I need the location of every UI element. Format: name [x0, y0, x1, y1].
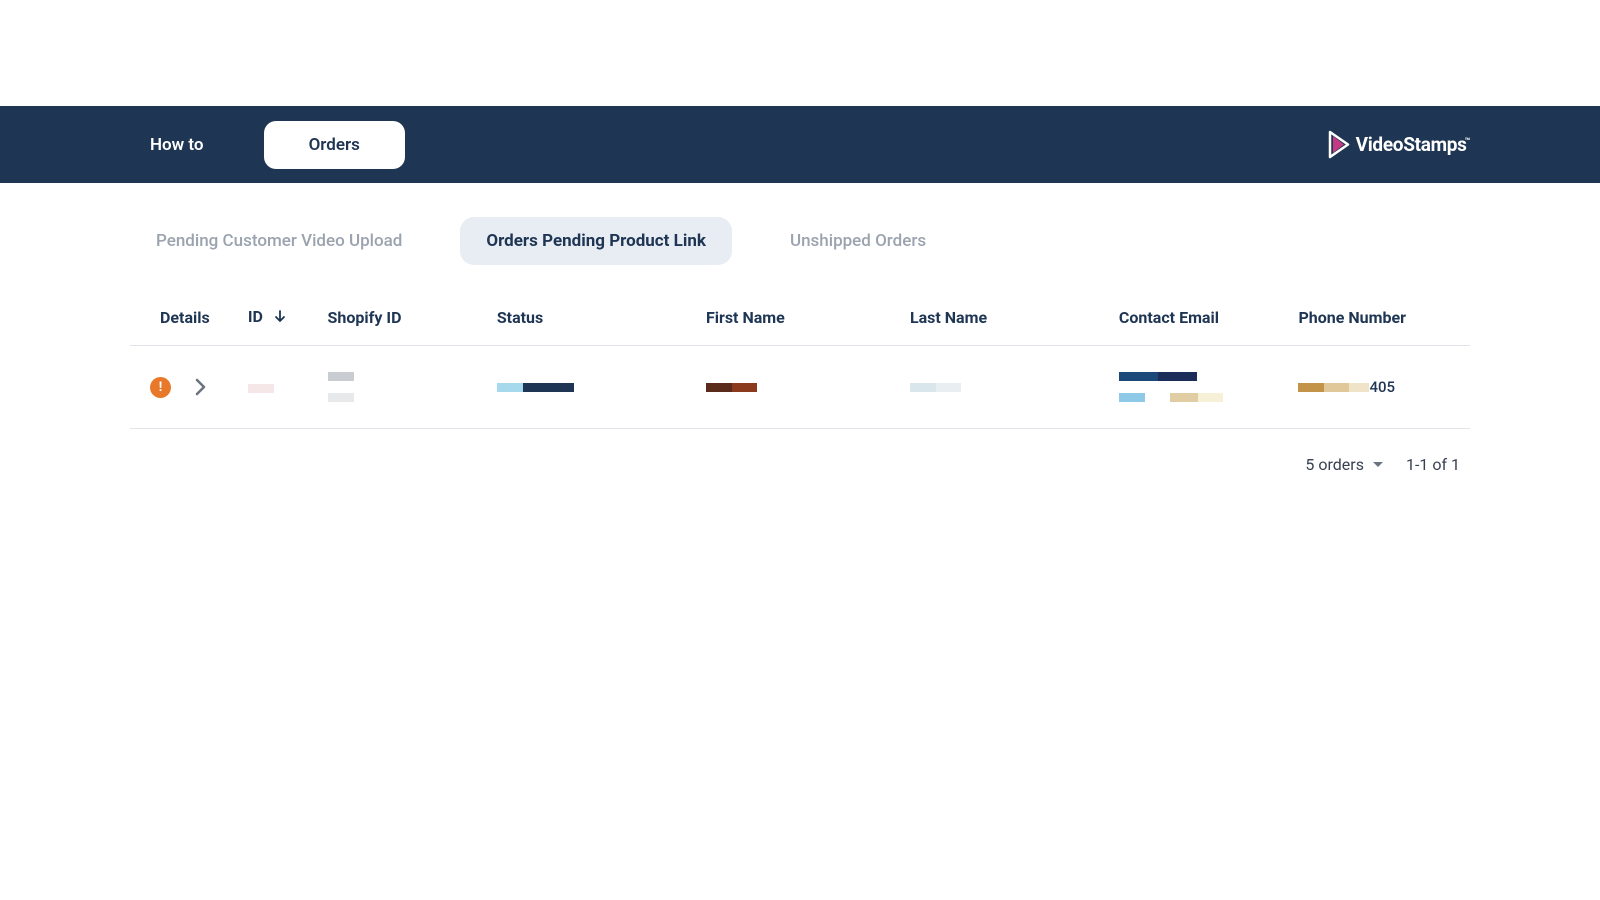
redacted-value: [328, 393, 354, 402]
subtab-pending-link[interactable]: Orders Pending Product Link: [460, 217, 732, 265]
primary-nav: How to Orders: [130, 121, 405, 169]
alert-icon: !: [150, 377, 171, 398]
cell-first: [698, 346, 902, 429]
brand-name: VideoStamps™: [1356, 133, 1470, 156]
th-details[interactable]: Details: [130, 291, 240, 346]
th-email[interactable]: Contact Email: [1111, 291, 1291, 346]
redacted-value: [732, 383, 757, 392]
sort-desc-icon: [273, 308, 287, 327]
nav-tab-orders[interactable]: Orders: [264, 121, 405, 169]
redacted-value: [1298, 383, 1324, 392]
redacted-value: [497, 383, 523, 392]
redacted-value: [328, 372, 354, 381]
redacted-value: [1119, 372, 1158, 381]
table-footer: 5 orders 1-1 of 1: [130, 429, 1470, 474]
play-icon: [1328, 128, 1350, 161]
th-last[interactable]: Last Name: [902, 291, 1111, 346]
subtab-unshipped[interactable]: Unshipped Orders: [764, 217, 952, 265]
redacted-value: [1349, 383, 1369, 392]
cell-email: [1111, 346, 1291, 429]
top-spacer: [0, 0, 1600, 106]
redacted-value: [1158, 372, 1197, 381]
redacted-value: [706, 383, 732, 392]
page-size-selector[interactable]: 5 orders: [1305, 455, 1384, 474]
redacted-value: [1324, 383, 1349, 392]
cell-shopify: [320, 346, 489, 429]
cell-id: [240, 346, 320, 429]
redacted-value: [1119, 393, 1145, 402]
th-phone[interactable]: Phone Number: [1290, 291, 1470, 346]
redacted-value: [1170, 393, 1198, 402]
redacted-value: [523, 383, 574, 392]
redacted-value: [248, 384, 274, 393]
redacted-value: [1198, 393, 1223, 402]
cell-status: [489, 346, 698, 429]
th-status[interactable]: Status: [489, 291, 698, 346]
phone-suffix: 405: [1369, 378, 1395, 396]
cell-phone: 405: [1290, 346, 1470, 429]
page-range: 1-1 of 1: [1406, 455, 1460, 474]
cell-details: !: [130, 346, 240, 429]
main-content: Pending Customer Video Upload Orders Pen…: [0, 183, 1600, 474]
redacted-value: [910, 383, 936, 392]
nav-tab-howto[interactable]: How to: [130, 121, 224, 169]
table-row: !: [130, 346, 1470, 429]
sub-tabs: Pending Customer Video Upload Orders Pen…: [130, 217, 1470, 265]
header-bar: How to Orders VideoStamps™: [0, 106, 1600, 183]
orders-table: Details ID Shopify ID Status First Name …: [130, 291, 1470, 429]
th-id[interactable]: ID: [240, 291, 320, 346]
th-shopify[interactable]: Shopify ID: [320, 291, 489, 346]
redacted-value: [936, 383, 961, 392]
th-first[interactable]: First Name: [698, 291, 902, 346]
brand-logo: VideoStamps™: [1328, 128, 1470, 161]
subtab-pending-upload[interactable]: Pending Customer Video Upload: [130, 217, 428, 265]
caret-down-icon: [1372, 461, 1384, 469]
orders-table-wrapper: Details ID Shopify ID Status First Name …: [130, 291, 1470, 474]
cell-last: [902, 346, 1111, 429]
chevron-right-icon[interactable]: [195, 378, 206, 396]
